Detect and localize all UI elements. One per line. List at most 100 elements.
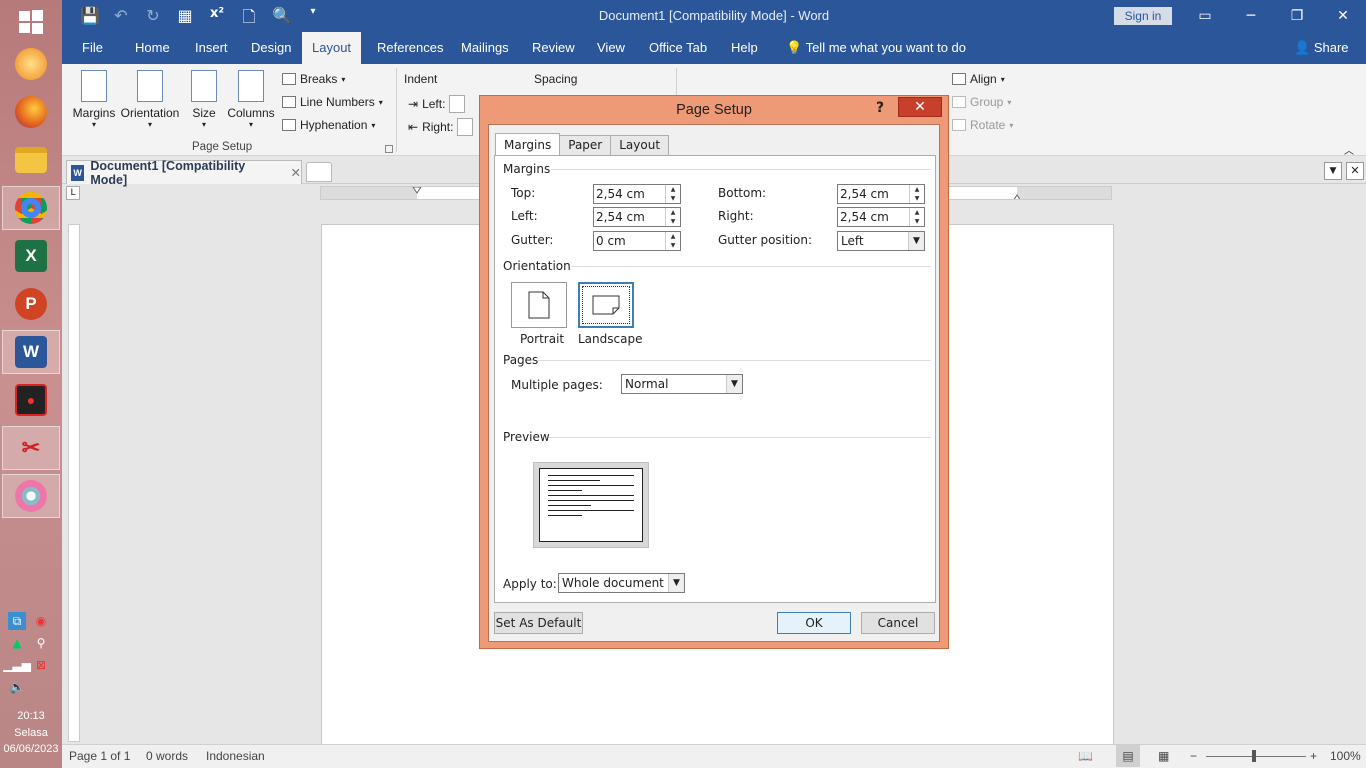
spinner-arrows-icon[interactable]: ▲ ▼ — [665, 185, 680, 203]
tab-layout[interactable]: Layout — [302, 32, 362, 64]
zoom-level[interactable]: 100% — [1330, 749, 1361, 763]
print-layout-icon[interactable]: ▤ — [1116, 745, 1140, 767]
tab-view[interactable]: View — [587, 32, 635, 64]
tab-margins[interactable]: Margins — [495, 133, 561, 155]
drive-icon[interactable]: ▲ — [8, 634, 26, 652]
taskbar-chrome[interactable] — [2, 186, 60, 230]
tab-help[interactable]: Help — [721, 32, 768, 64]
close-document-icon[interactable]: ✕ — [1346, 162, 1364, 180]
help-icon[interactable]: ? — [876, 100, 884, 116]
taskbar-file-explorer[interactable] — [2, 138, 60, 182]
orientation-button[interactable]: Orientation ▾ — [118, 70, 182, 129]
gutter-input[interactable]: 0 cm ▲ ▼ — [593, 231, 681, 251]
multiple-pages-select[interactable]: Normal ▼ — [621, 374, 743, 394]
tab-paper[interactable]: Paper — [559, 135, 612, 155]
apply-to-select[interactable]: Whole document ▼ — [558, 573, 685, 593]
signal-icon[interactable]: ▁▃▅ — [3, 656, 31, 674]
spinner-arrows-icon[interactable]: ▲ ▼ — [909, 185, 924, 203]
taskbar-excel[interactable]: X — [2, 234, 60, 278]
indent-right-input[interactable] — [457, 118, 474, 136]
zoom-slider-thumb[interactable] — [1252, 750, 1256, 762]
folder-icon — [15, 147, 47, 173]
rotate-icon — [952, 119, 966, 131]
tab-list-dropdown-icon[interactable]: ▼ — [1324, 162, 1342, 180]
clock-time[interactable]: 20:13 — [0, 710, 62, 722]
size-button[interactable]: Size ▾ — [188, 70, 220, 129]
page-setup-launcher-icon[interactable] — [385, 145, 393, 153]
close-tab-icon[interactable]: ✕ — [291, 165, 301, 180]
close-button[interactable]: ✕ — [1320, 0, 1366, 32]
vertical-ruler[interactable] — [68, 224, 80, 742]
recorder-tray-icon[interactable]: ◉ — [32, 612, 50, 630]
taskbar-word[interactable]: W — [2, 330, 60, 374]
section-divider — [551, 169, 931, 170]
gutter-label: Gutter: — [511, 233, 554, 247]
right-margin-input[interactable]: 2,54 cm ▲ ▼ — [837, 207, 925, 227]
volume-icon[interactable]: 🔈 — [8, 678, 26, 696]
ribbon-tabs: File Home Insert Design Layout Reference… — [62, 32, 1366, 64]
usb-icon[interactable]: ⚲ — [32, 634, 50, 652]
zoom-slider[interactable] — [1206, 756, 1306, 757]
collapse-ribbon-icon[interactable]: ︿ — [1344, 142, 1354, 157]
left-margin-input[interactable]: 2,54 cm ▲ ▼ — [593, 207, 681, 227]
ok-button[interactable]: OK — [777, 612, 851, 634]
taskbar-firefox[interactable] — [2, 90, 60, 134]
dialog-close-button[interactable]: ✕ — [898, 97, 942, 117]
tab-review[interactable]: Review — [522, 32, 585, 64]
tab-home[interactable]: Home — [125, 32, 180, 64]
group-button[interactable]: Group ▾ — [952, 95, 1011, 109]
portrait-option[interactable] — [511, 282, 567, 328]
document-tab[interactable]: W Document1 [Compatibility Mode] ✕ — [66, 159, 302, 187]
tell-me-search[interactable]: 💡 Tell me what you want to do — [776, 32, 976, 64]
tab-file[interactable]: File — [72, 32, 113, 64]
rotate-button[interactable]: Rotate ▾ — [952, 118, 1013, 132]
web-layout-icon[interactable]: ▦ — [1158, 749, 1169, 763]
tab-layout-dialog[interactable]: Layout — [610, 135, 670, 155]
spinner-arrows-icon[interactable]: ▲ ▼ — [665, 232, 680, 250]
landscape-page-icon — [592, 295, 620, 315]
spinner-arrows-icon[interactable]: ▲ ▼ — [665, 208, 680, 226]
network-app-icon[interactable]: ⧉ — [8, 612, 26, 630]
line-numbers-button[interactable]: Line Numbers ▾ — [282, 95, 383, 109]
taskbar-recorder[interactable]: ● — [2, 378, 60, 422]
zoom-out-icon[interactable]: − — [1190, 749, 1197, 763]
top-margin-input[interactable]: 2,54 cm ▲ ▼ — [593, 184, 681, 204]
landscape-option[interactable] — [578, 282, 634, 328]
read-mode-icon[interactable]: 📖 — [1078, 749, 1093, 763]
tab-office-tab[interactable]: Office Tab — [639, 32, 717, 64]
set-as-default-button[interactable]: Set As Default — [494, 612, 583, 634]
columns-icon — [238, 70, 264, 102]
new-tab-button[interactable] — [306, 162, 332, 182]
tab-insert[interactable]: Insert — [185, 32, 238, 64]
columns-button[interactable]: Columns ▾ — [224, 70, 278, 129]
share-button[interactable]: 👤 Share — [1284, 32, 1359, 64]
align-button[interactable]: Align ▾ — [952, 72, 1005, 86]
taskbar-powerpoint[interactable]: P — [2, 282, 60, 326]
breaks-button[interactable]: Breaks ▾ — [282, 72, 345, 86]
start-button[interactable] — [2, 0, 60, 44]
bottom-margin-input[interactable]: 2,54 cm ▲ ▼ — [837, 184, 925, 204]
network-off-icon[interactable]: ⊠ — [32, 656, 50, 674]
word-count[interactable]: 0 words — [146, 749, 188, 763]
tab-mailings[interactable]: Mailings — [451, 32, 519, 64]
taskbar-paint[interactable] — [2, 474, 60, 518]
margins-button[interactable]: Margins ▾ — [70, 70, 118, 129]
gutter-position-select[interactable]: Left ▼ — [837, 231, 925, 251]
ribbon-display-options-icon[interactable]: ▭ — [1182, 0, 1228, 32]
minimize-button[interactable]: ─ — [1228, 0, 1274, 32]
language[interactable]: Indonesian — [206, 749, 265, 763]
tab-selector[interactable]: L — [66, 186, 80, 200]
page-count[interactable]: Page 1 of 1 — [69, 749, 130, 763]
hyphenation-button[interactable]: Hyphenation ▾ — [282, 118, 375, 132]
sign-in-button[interactable]: Sign in — [1114, 7, 1172, 25]
indent-left-input[interactable] — [449, 95, 466, 113]
tab-design[interactable]: Design — [241, 32, 301, 64]
restore-button[interactable]: ❐ — [1274, 0, 1320, 32]
spinner-arrows-icon[interactable]: ▲ ▼ — [909, 208, 924, 226]
tab-references[interactable]: References — [367, 32, 453, 64]
taskbar-snipping[interactable]: ✂ — [2, 426, 60, 470]
taskbar-app-1[interactable] — [2, 42, 60, 86]
zoom-in-icon[interactable]: + — [1310, 749, 1317, 763]
cancel-button[interactable]: Cancel — [861, 612, 935, 634]
paint-icon — [15, 480, 47, 512]
